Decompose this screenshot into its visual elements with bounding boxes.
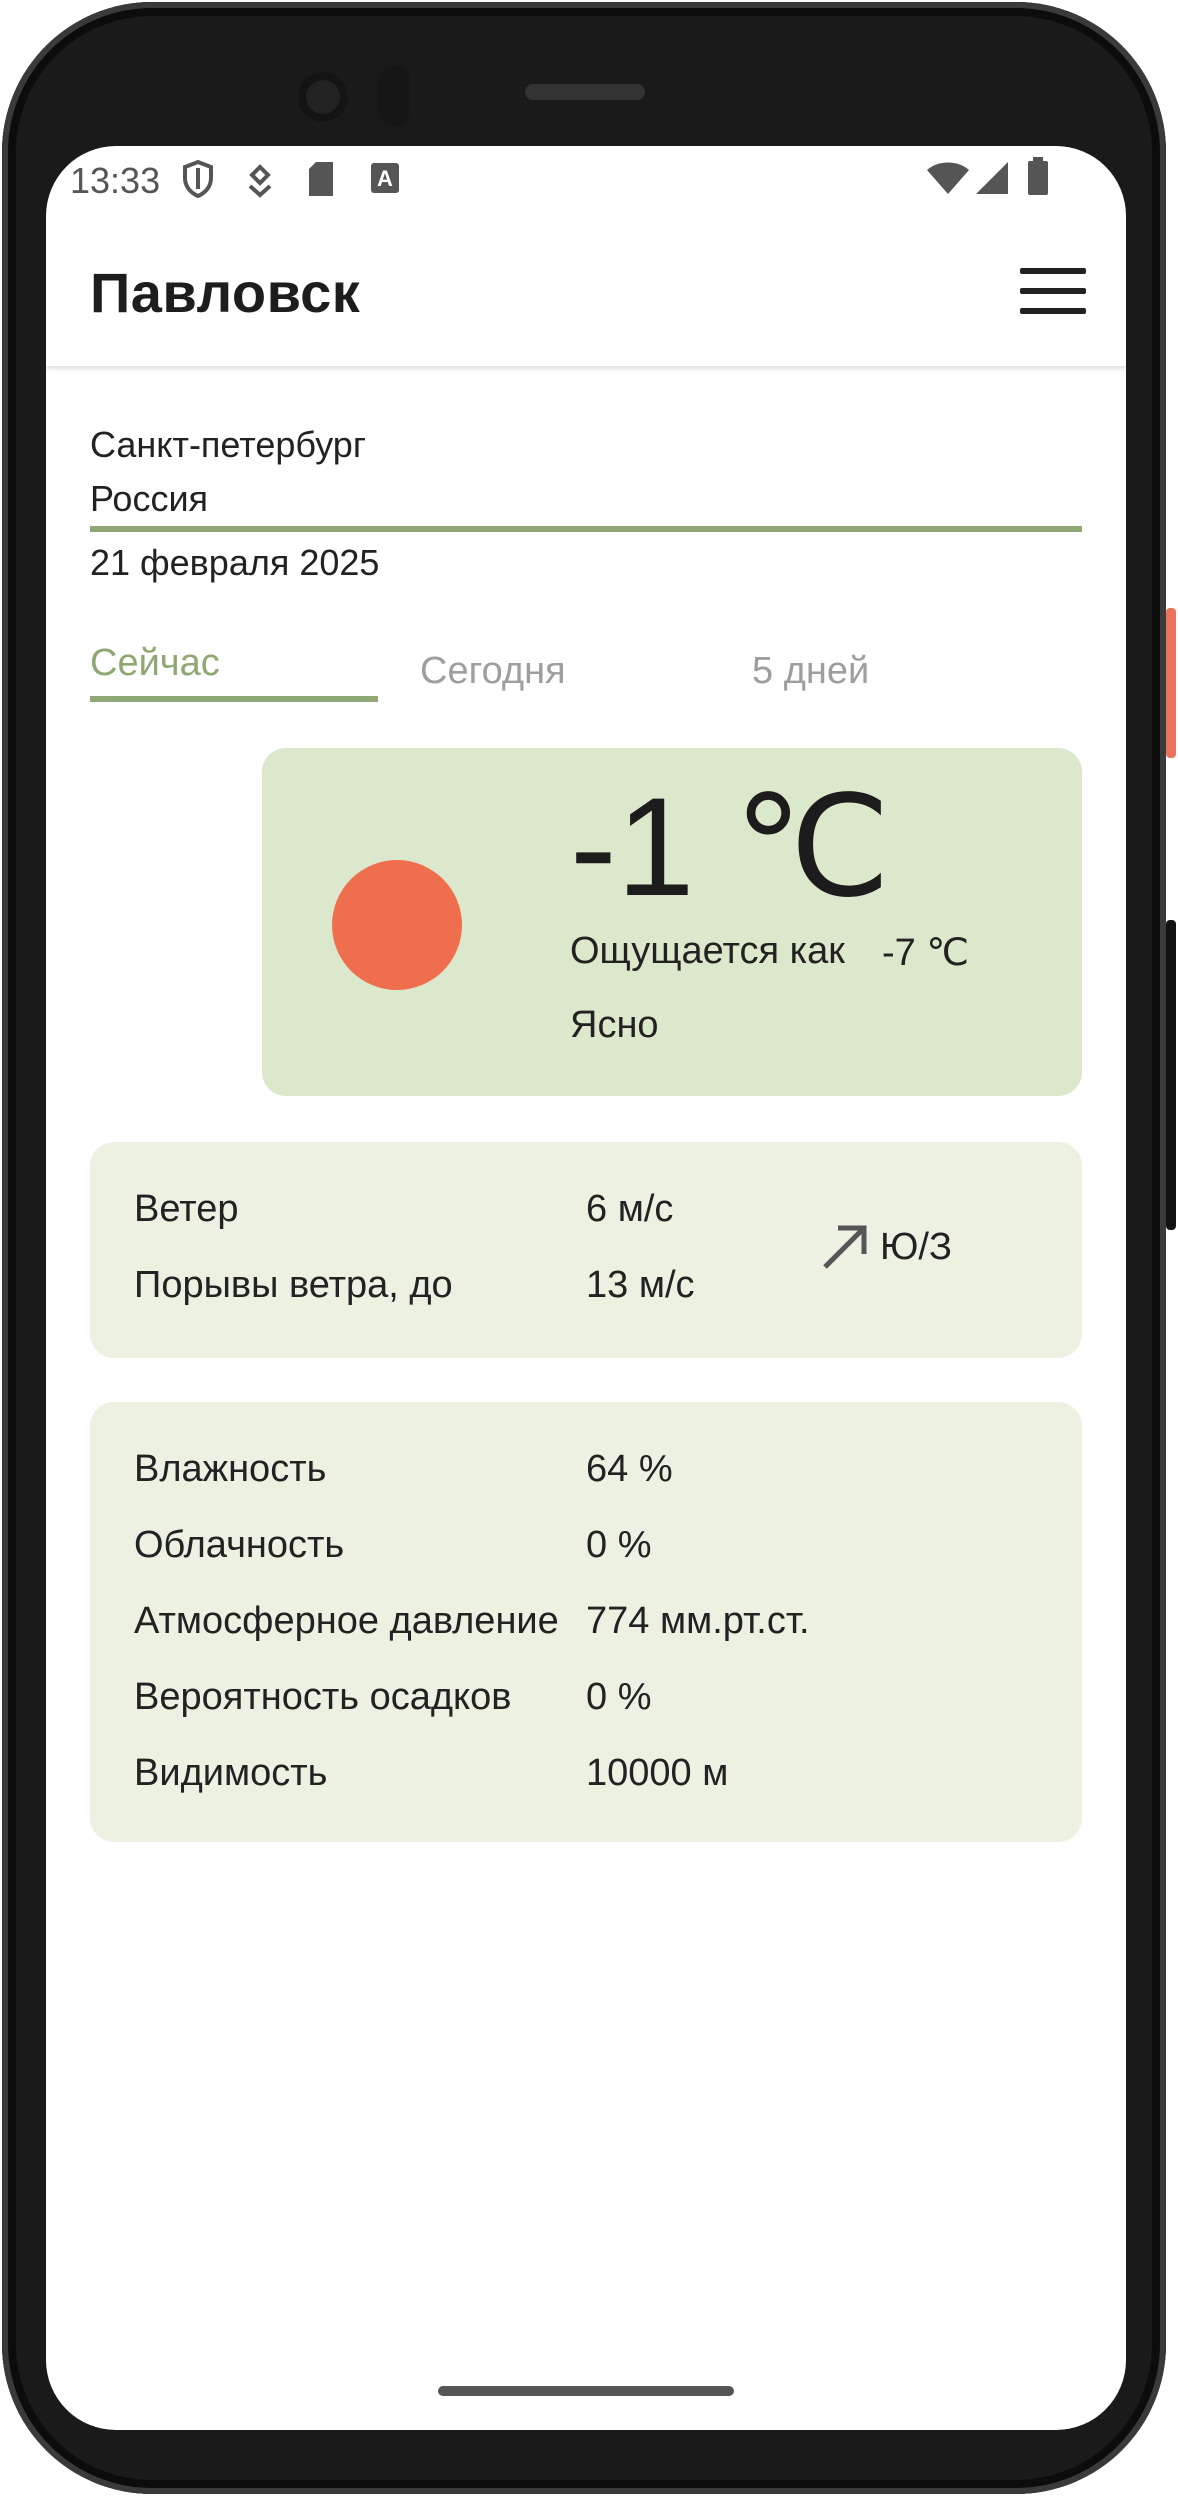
feels-like-value: -7 ℃ [882, 932, 970, 974]
stats-card: Влажность 64 % Облачность 0 % Атмосферно… [90, 1402, 1082, 1842]
tab-now[interactable]: Сейчас [90, 642, 220, 685]
hamburger-menu-icon [1020, 268, 1086, 274]
wifi-icon [926, 160, 970, 201]
status-time: 13:33 [70, 160, 161, 201]
gusts-label: Порывы ветра, до [134, 1264, 453, 1306]
signal-icon [974, 160, 1010, 201]
svg-text:A: A [377, 166, 393, 191]
humidity-value: 64 % [586, 1448, 673, 1490]
shield-icon [182, 159, 214, 203]
page-title: Павловск [90, 261, 361, 324]
front-camera [298, 72, 348, 122]
pressure-label: Атмосферное давление [134, 1600, 559, 1642]
wind-card: Ветер 6 м/с Порывы ветра, до 13 м/с Ю/З [90, 1142, 1082, 1358]
sun-icon [332, 860, 462, 990]
city-name: Санкт-петербург [90, 424, 366, 465]
gusts-value: 13 м/с [586, 1264, 695, 1306]
wind-value: 6 м/с [586, 1188, 674, 1230]
battery-icon [1026, 156, 1050, 201]
app-bar: Павловск [46, 226, 1126, 366]
feels-like-label: Ощущается как [570, 930, 845, 972]
home-indicator[interactable] [438, 2386, 734, 2396]
active-tab-indicator [90, 696, 378, 702]
earpiece [525, 84, 645, 100]
tab-5-days[interactable]: 5 дней [752, 650, 869, 693]
country-name: Россия [90, 478, 209, 519]
cloudiness-label: Облачность [134, 1524, 345, 1566]
humidity-label: Влажность [134, 1448, 327, 1490]
location-block: Санкт-петербург Россия [90, 418, 366, 526]
volume-button [1166, 920, 1176, 1230]
download-icon [246, 164, 274, 203]
precipitation-label: Вероятность осадков [134, 1676, 512, 1718]
current-weather-card: -1 ℃ Ощущается как -7 ℃ Ясно [262, 748, 1082, 1096]
text-a-icon: A [370, 162, 400, 199]
sd-card-icon [306, 160, 336, 203]
pressure-value: 774 мм.рт.ст. [586, 1600, 810, 1642]
cloudiness-value: 0 % [586, 1524, 652, 1566]
visibility-label: Видимость [134, 1752, 328, 1794]
wind-direction: Ю/З [880, 1226, 952, 1268]
divider [90, 526, 1082, 532]
tab-today[interactable]: Сегодня [420, 650, 566, 693]
weather-condition: Ясно [570, 1004, 659, 1046]
screen: 13:33 A Павловск Санкт-петербург Россия … [46, 146, 1126, 2430]
arrow-up-right-icon [820, 1222, 870, 1277]
visibility-value: 10000 м [586, 1752, 729, 1794]
date-label: 21 февраля 2025 [90, 542, 380, 583]
temperature: -1 ℃ [570, 768, 891, 925]
menu-button[interactable] [1020, 264, 1086, 320]
wind-label: Ветер [134, 1188, 239, 1230]
power-button [1166, 608, 1176, 758]
sensor [378, 66, 410, 126]
status-bar: 13:33 A [46, 146, 1126, 210]
precipitation-value: 0 % [586, 1676, 652, 1718]
